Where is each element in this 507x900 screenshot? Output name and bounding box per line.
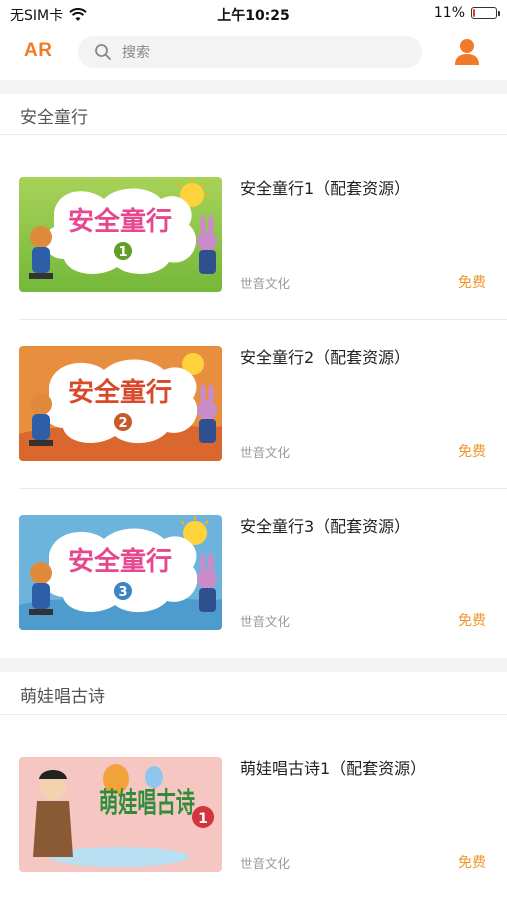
cover-number: 3 [118, 585, 127, 600]
list-item[interactable]: 安全童行 1 安全童行1（配套资源） 世音文化 免费 [0, 177, 507, 317]
cover-image[interactable]: 萌娃唱古诗 1 [19, 757, 222, 872]
item-title[interactable]: 安全童行1（配套资源） [240, 175, 410, 199]
battery-percent: 11% [433, 5, 465, 21]
section-title[interactable]: 安全童行 [20, 103, 88, 128]
status-time: 上午10:25 [217, 8, 290, 24]
divider [19, 319, 507, 320]
publisher-label: 世音文化 [240, 445, 291, 460]
price-label: 免费 [458, 444, 486, 460]
separator-band [0, 658, 507, 672]
price-label: 免费 [458, 855, 486, 871]
cover-title: 萌娃唱古诗 [99, 786, 195, 819]
cover-title: 安全童行 [68, 546, 172, 577]
cover-title: 安全童行 [68, 377, 172, 408]
list-item[interactable]: 萌娃唱古诗 1 萌娃唱古诗1（配套资源） 世音文化 免费 [0, 757, 507, 897]
divider [19, 488, 507, 489]
profile-icon[interactable] [454, 38, 480, 66]
ar-button[interactable]: AR [24, 40, 52, 62]
cover-number: 2 [118, 416, 127, 431]
search-input[interactable]: 搜索 [122, 42, 150, 62]
cover-title: 安全童行 [68, 206, 172, 237]
search-icon [95, 44, 111, 60]
battery-icon [471, 7, 500, 19]
publisher-label: 世音文化 [240, 614, 291, 629]
price-label: 免费 [458, 613, 486, 629]
cover-number: 1 [198, 811, 208, 827]
item-title[interactable]: 萌娃唱古诗1（配套资源） [240, 755, 426, 779]
publisher-label: 世音文化 [240, 276, 291, 291]
item-title[interactable]: 安全童行2（配套资源） [240, 344, 410, 368]
separator-band [0, 80, 507, 94]
section-title[interactable]: 萌娃唱古诗 [20, 682, 105, 707]
list-item[interactable]: 安全童行 2 安全童行2（配套资源） 世音文化 免费 [0, 346, 507, 486]
divider [0, 714, 507, 715]
search-bar[interactable]: 搜索 [78, 36, 422, 68]
publisher-label: 世音文化 [240, 856, 291, 871]
list-item[interactable]: 安全童行 3 安全童行3（配套资源） 世音文化 免费 [0, 515, 507, 655]
item-title[interactable]: 安全童行3（配套资源） [240, 513, 410, 537]
cover-image[interactable]: 安全童行 2 [19, 346, 222, 461]
price-label: 免费 [458, 275, 486, 291]
cover-image[interactable]: 安全童行 3 [19, 515, 222, 630]
status-bar: 无SIM卡 上午10:25 11% [0, 0, 507, 28]
cover-number: 1 [118, 245, 127, 260]
divider [0, 134, 507, 135]
top-nav: AR 搜索 [0, 28, 507, 80]
cover-image[interactable]: 安全童行 1 [19, 177, 222, 292]
